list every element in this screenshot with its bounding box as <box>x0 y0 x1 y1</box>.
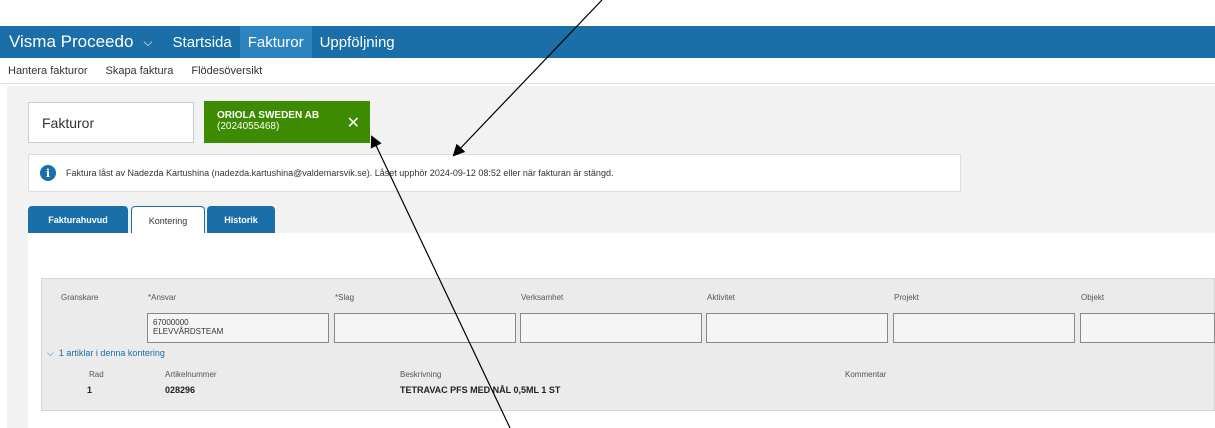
annotation-arrows <box>370 0 603 428</box>
arrow-to-close-icon <box>370 135 511 428</box>
arrow-to-lock-message <box>452 0 603 157</box>
